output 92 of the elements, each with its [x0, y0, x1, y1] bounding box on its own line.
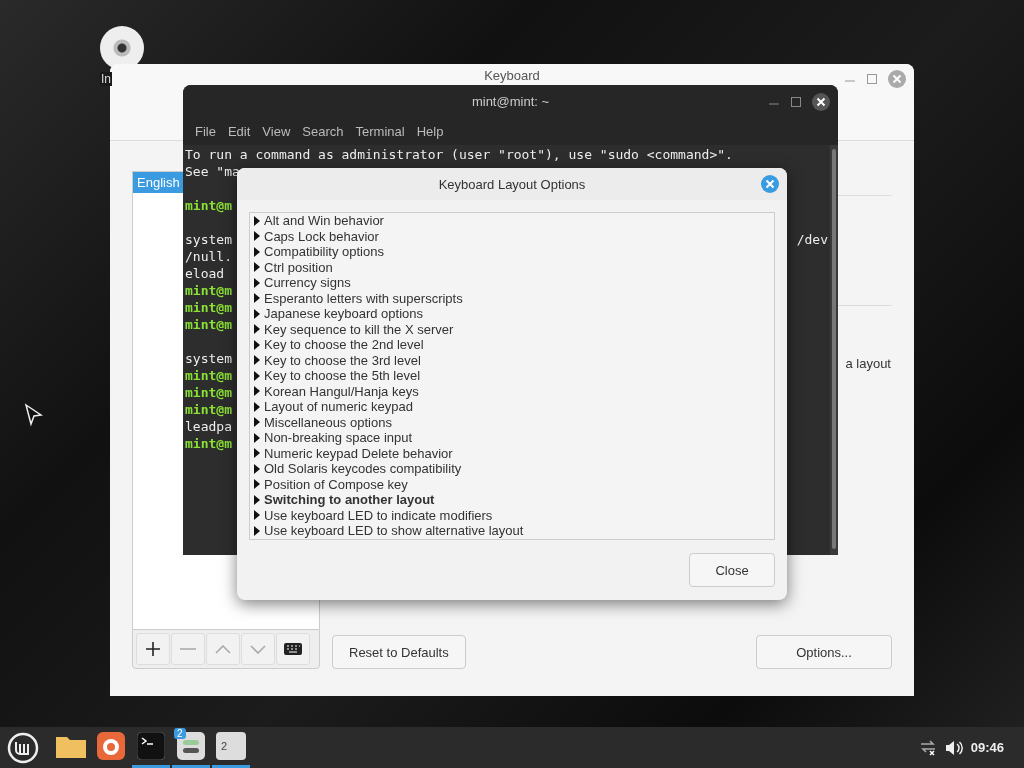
terminal-line: mint@m [185, 384, 232, 401]
expander-icon[interactable] [254, 231, 260, 242]
expander-icon[interactable] [254, 525, 260, 536]
terminal-line: leadpa [185, 418, 232, 435]
terminal-line: To run a command as administrator (user "root"), use "sudo <command>". [185, 146, 733, 163]
expander-icon[interactable] [254, 308, 260, 319]
menu-item[interactable]: Search [296, 124, 350, 139]
add-button[interactable] [136, 633, 170, 665]
expander-icon[interactable] [254, 401, 260, 412]
expander-icon[interactable] [254, 448, 260, 459]
minus-icon [180, 648, 196, 650]
count-badge: 2 [174, 728, 186, 739]
option-group[interactable]: Old Solaris keycodes compatibility [264, 461, 462, 477]
option-group[interactable]: Currency signs [264, 275, 351, 291]
terminal-line: mint@m [185, 435, 232, 452]
expander-icon[interactable] [254, 215, 260, 226]
folder-icon [56, 734, 86, 758]
keyboard-icon [284, 643, 302, 655]
options-button[interactable]: Options... [756, 635, 892, 669]
terminal-line: mint@m [185, 197, 232, 214]
terminal-line: eload [185, 265, 225, 282]
option-group[interactable]: Use keyboard LED to indicate modifiers [264, 507, 493, 523]
expander-icon[interactable] [254, 262, 260, 273]
expander-icon[interactable] [254, 479, 260, 490]
expander-icon[interactable] [254, 463, 260, 474]
taskbar-app-button[interactable]: 2 [212, 727, 250, 768]
terminal-line: mint@m [185, 282, 232, 299]
expander-icon[interactable] [254, 494, 260, 505]
window-title: Keyboard [484, 69, 540, 83]
chevron-up-icon [215, 644, 231, 654]
expander-icon[interactable] [254, 324, 260, 335]
terminal-line: system [185, 231, 232, 248]
terminal-line: mint@m [185, 367, 232, 384]
menu-item[interactable]: File [189, 124, 222, 139]
option-group[interactable]: Position of Compose key [264, 476, 408, 492]
window-title: mint@mint: ~ [471, 94, 550, 109]
option-group[interactable]: Numeric keypad Delete behavior [264, 445, 453, 461]
chevron-down-icon [250, 644, 266, 654]
terminal-icon [137, 732, 165, 760]
terminal-line: mint@m [185, 401, 232, 418]
desktop-icon-label: In [100, 72, 112, 86]
workspace-label: 2 [221, 740, 228, 752]
option-group[interactable]: Caps Lock behavior [264, 228, 379, 244]
terminal-line: system [185, 350, 232, 367]
hint-text: a layout [845, 356, 891, 371]
option-group[interactable]: Ctrl position [264, 259, 333, 275]
option-group[interactable]: Miscellaneous options [264, 414, 392, 430]
expander-icon[interactable] [254, 510, 260, 521]
terminal-line: /null. [185, 248, 232, 265]
maximize-icon[interactable] [866, 73, 878, 85]
menu-item[interactable]: View [256, 124, 297, 139]
close-icon[interactable] [812, 93, 830, 111]
menu-logo-icon [7, 731, 39, 764]
expander-icon[interactable] [254, 417, 260, 428]
clock[interactable]: 09:46 [970, 740, 1004, 755]
network-disconnected-icon[interactable] [918, 739, 937, 756]
option-group[interactable]: Korean Hangul/Hanja keys [264, 383, 419, 399]
terminal-line: /dev [796, 231, 828, 248]
option-group[interactable]: Esperanto letters with superscripts [264, 290, 463, 306]
expander-icon[interactable] [254, 386, 260, 397]
menu-item[interactable]: Edit [221, 124, 257, 139]
option-group[interactable]: Switching to another layout [264, 492, 435, 508]
expander-icon[interactable] [254, 246, 260, 257]
option-group[interactable]: Layout of numeric keypad [264, 399, 413, 415]
option-group[interactable]: Key to choose the 3rd level [264, 352, 421, 368]
option-group[interactable]: Key to choose the 2nd level [264, 337, 424, 353]
reset-to-defaults-button[interactable]: Reset to Defaults [332, 635, 466, 669]
expander-icon[interactable] [254, 355, 260, 366]
menu-item[interactable]: Help [410, 124, 450, 139]
menu-item[interactable]: Terminal [349, 124, 411, 139]
keyboard-button[interactable] [276, 633, 310, 665]
option-group[interactable]: Japanese keyboard options [264, 306, 423, 322]
option-group[interactable]: Key sequence to kill the X server [264, 321, 454, 337]
expander-icon[interactable] [254, 370, 260, 381]
option-group[interactable]: Use keyboard LED to show alternative layout [264, 523, 524, 539]
expander-icon[interactable] [254, 432, 260, 443]
dialog-title: Keyboard Layout Options [438, 176, 586, 192]
option-group[interactable]: Compatibility options [264, 244, 384, 260]
expander-icon[interactable] [254, 277, 260, 288]
plus-icon [145, 641, 161, 657]
maximize-icon[interactable] [790, 96, 802, 108]
terminal-line: mint@m [185, 316, 232, 333]
close-button[interactable]: Close [689, 553, 775, 587]
terminal-line: mint@m [185, 299, 232, 316]
scrollbar[interactable] [830, 145, 838, 555]
option-group[interactable]: Non-breaking space input [264, 430, 413, 446]
volume-icon[interactable] [944, 739, 963, 756]
expander-icon[interactable] [254, 293, 260, 304]
option-group[interactable]: Alt and Win behavior [264, 213, 384, 229]
mouse-pointer-icon [24, 403, 44, 427]
expander-icon[interactable] [254, 339, 260, 350]
option-group[interactable]: Key to choose the 5th level [264, 368, 421, 384]
